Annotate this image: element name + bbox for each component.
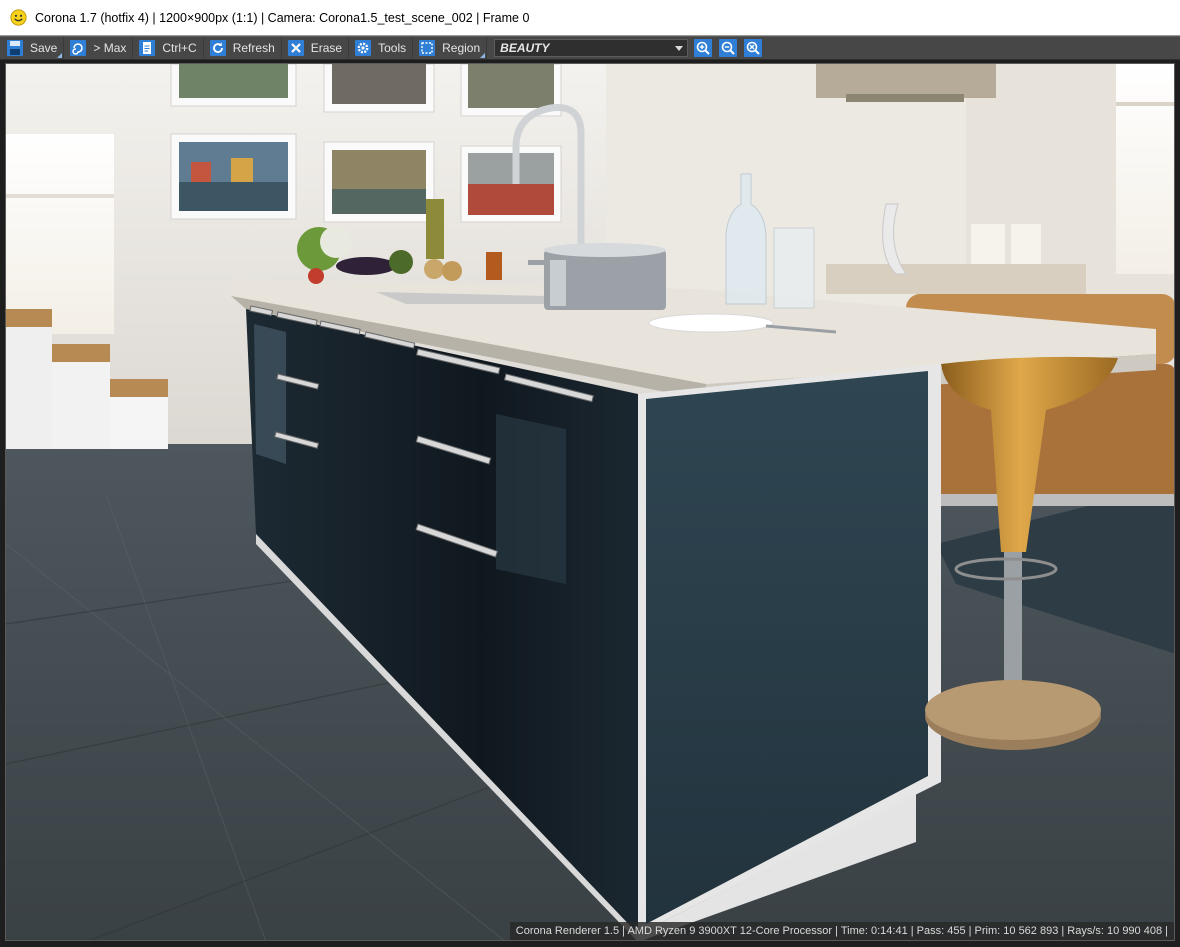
window-title: Corona 1.7 (hotfix 4) | 1200×900px (1:1)…: [35, 10, 530, 25]
refresh-label: Refresh: [232, 41, 275, 55]
refresh-icon: [209, 40, 226, 56]
refresh-button[interactable]: Refresh: [207, 37, 282, 59]
spiral-icon: [70, 40, 87, 56]
zoom-out-icon[interactable]: [718, 38, 738, 58]
render-stats-bar: Corona Renderer 1.5 | AMD Ryzen 9 3900XT…: [509, 922, 1174, 940]
region-button[interactable]: Region: [416, 37, 488, 59]
floppy-icon: [7, 40, 23, 56]
tools-label: Tools: [378, 41, 407, 55]
cooking-pot: [528, 243, 666, 310]
render-pass-select[interactable]: BEAUTY: [494, 39, 689, 57]
region-label: Region: [442, 41, 481, 55]
render-stats-text: Corona Renderer 1.5 | AMD Ryzen 9 3900XT…: [515, 925, 1168, 937]
render-viewport[interactable]: Corona Renderer 1.5 | AMD Ryzen 9 3900XT…: [5, 63, 1175, 941]
copy-label: Ctrl+C: [162, 41, 197, 55]
erase-x-icon: [287, 40, 304, 56]
corona-vfb-window: Corona 1.7 (hotfix 4) | 1200×900px (1:1)…: [0, 0, 1180, 947]
region-select-icon: [419, 40, 436, 56]
max-label: > Max: [93, 41, 127, 55]
render-pass-value: BEAUTY: [500, 41, 550, 55]
smiley-icon: [10, 9, 27, 26]
chevron-down-icon: [675, 46, 684, 51]
title-bar: Corona 1.7 (hotfix 4) | 1200×900px (1:1)…: [0, 0, 1180, 36]
render-image: [6, 64, 1174, 940]
save-button[interactable]: Save: [4, 37, 65, 59]
erase-button[interactable]: Erase: [285, 37, 350, 59]
region-dropdown-caret[interactable]: [480, 53, 486, 58]
copy-button[interactable]: Ctrl+C: [136, 37, 204, 59]
zoom-fit-icon[interactable]: [743, 38, 763, 58]
vfb-toolbar: Save > Max Ctrl+C Refresh Erase Tools Re…: [0, 36, 1180, 60]
gear-icon: [355, 40, 372, 56]
send-to-max-button[interactable]: > Max: [67, 37, 134, 59]
save-dropdown-caret[interactable]: [57, 53, 63, 58]
erase-label: Erase: [310, 41, 343, 55]
save-label: Save: [30, 41, 58, 55]
tools-button[interactable]: Tools: [352, 37, 414, 59]
clipboard-icon: [139, 40, 156, 56]
zoom-in-icon[interactable]: [693, 38, 713, 58]
